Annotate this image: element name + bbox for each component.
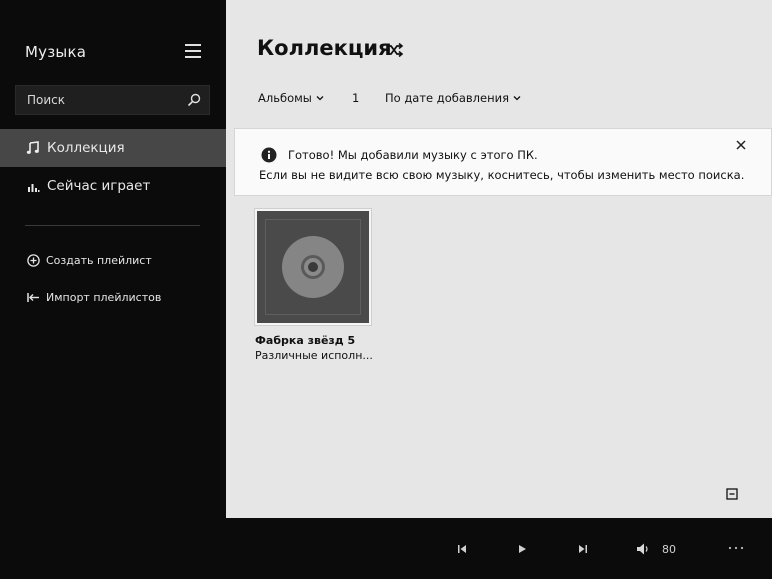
nav-item-label: Коллекция [47, 140, 125, 156]
main-content: Коллекция Альбомы 1 По дате добавления Г… [226, 0, 772, 518]
import-icon [26, 290, 40, 304]
notification-message: Если вы не видите всю свою музыку, косни… [259, 168, 745, 182]
player-bar: 80 [0, 518, 772, 579]
sidebar-divider [25, 225, 200, 226]
play-button[interactable] [516, 543, 528, 555]
disc-icon [282, 236, 344, 298]
create-playlist-button[interactable]: Создать плейлист [0, 248, 226, 272]
play-icon [519, 545, 526, 553]
info-icon [261, 147, 277, 163]
album-tile[interactable]: Фабрка звёзд 5 Различные исполн... [255, 209, 373, 362]
view-filter-dropdown[interactable]: Альбомы [258, 91, 324, 105]
shuffle-icon[interactable] [386, 42, 404, 58]
app-title: Музыка [25, 43, 87, 61]
sort-label: По дате добавления [385, 91, 510, 105]
next-icon [579, 545, 587, 553]
search-icon[interactable] [187, 93, 201, 107]
next-button[interactable] [577, 543, 589, 555]
add-circle-icon [26, 253, 40, 267]
volume-level: 80 [662, 543, 676, 556]
import-playlists-label: Импорт плейлистов [46, 290, 162, 304]
chevron-down-icon [513, 96, 521, 101]
nav-item-now-playing[interactable]: Сейчас играет [0, 167, 226, 205]
notification-banner[interactable]: Готово! Мы добавили музыку с этого ПК. Е… [234, 128, 772, 196]
sidebar: Музыка Коллекция [0, 0, 226, 518]
album-cover [255, 209, 371, 325]
album-title: Фабрка звёзд 5 [255, 334, 356, 347]
previous-icon [458, 545, 466, 553]
music-app-window: Музыка Коллекция [0, 0, 772, 579]
album-artist: Различные исполн... [255, 349, 373, 362]
notification-title: Готово! Мы добавили музыку с этого ПК. [288, 148, 538, 162]
album-count: 1 [352, 91, 360, 105]
equalizer-icon [25, 178, 41, 194]
sort-dropdown[interactable]: По дате добавления [385, 91, 521, 105]
mini-player-icon[interactable] [726, 488, 738, 500]
music-note-icon [25, 140, 41, 156]
nav-item-label: Сейчас играет [47, 178, 151, 194]
create-playlist-label: Создать плейлист [46, 253, 152, 267]
volume-icon[interactable] [636, 542, 650, 556]
nav-item-collection[interactable]: Коллекция [0, 129, 226, 167]
import-playlists-button[interactable]: Импорт плейлистов [0, 285, 226, 309]
search-input[interactable] [16, 86, 181, 114]
chevron-down-icon [316, 96, 324, 101]
page-title: Коллекция [257, 36, 392, 60]
search-box [15, 85, 210, 115]
close-icon[interactable] [735, 139, 747, 151]
more-options-icon[interactable] [728, 545, 744, 551]
hamburger-menu-icon[interactable] [185, 44, 201, 58]
view-filter-label: Альбомы [258, 91, 312, 105]
previous-button[interactable] [456, 543, 468, 555]
